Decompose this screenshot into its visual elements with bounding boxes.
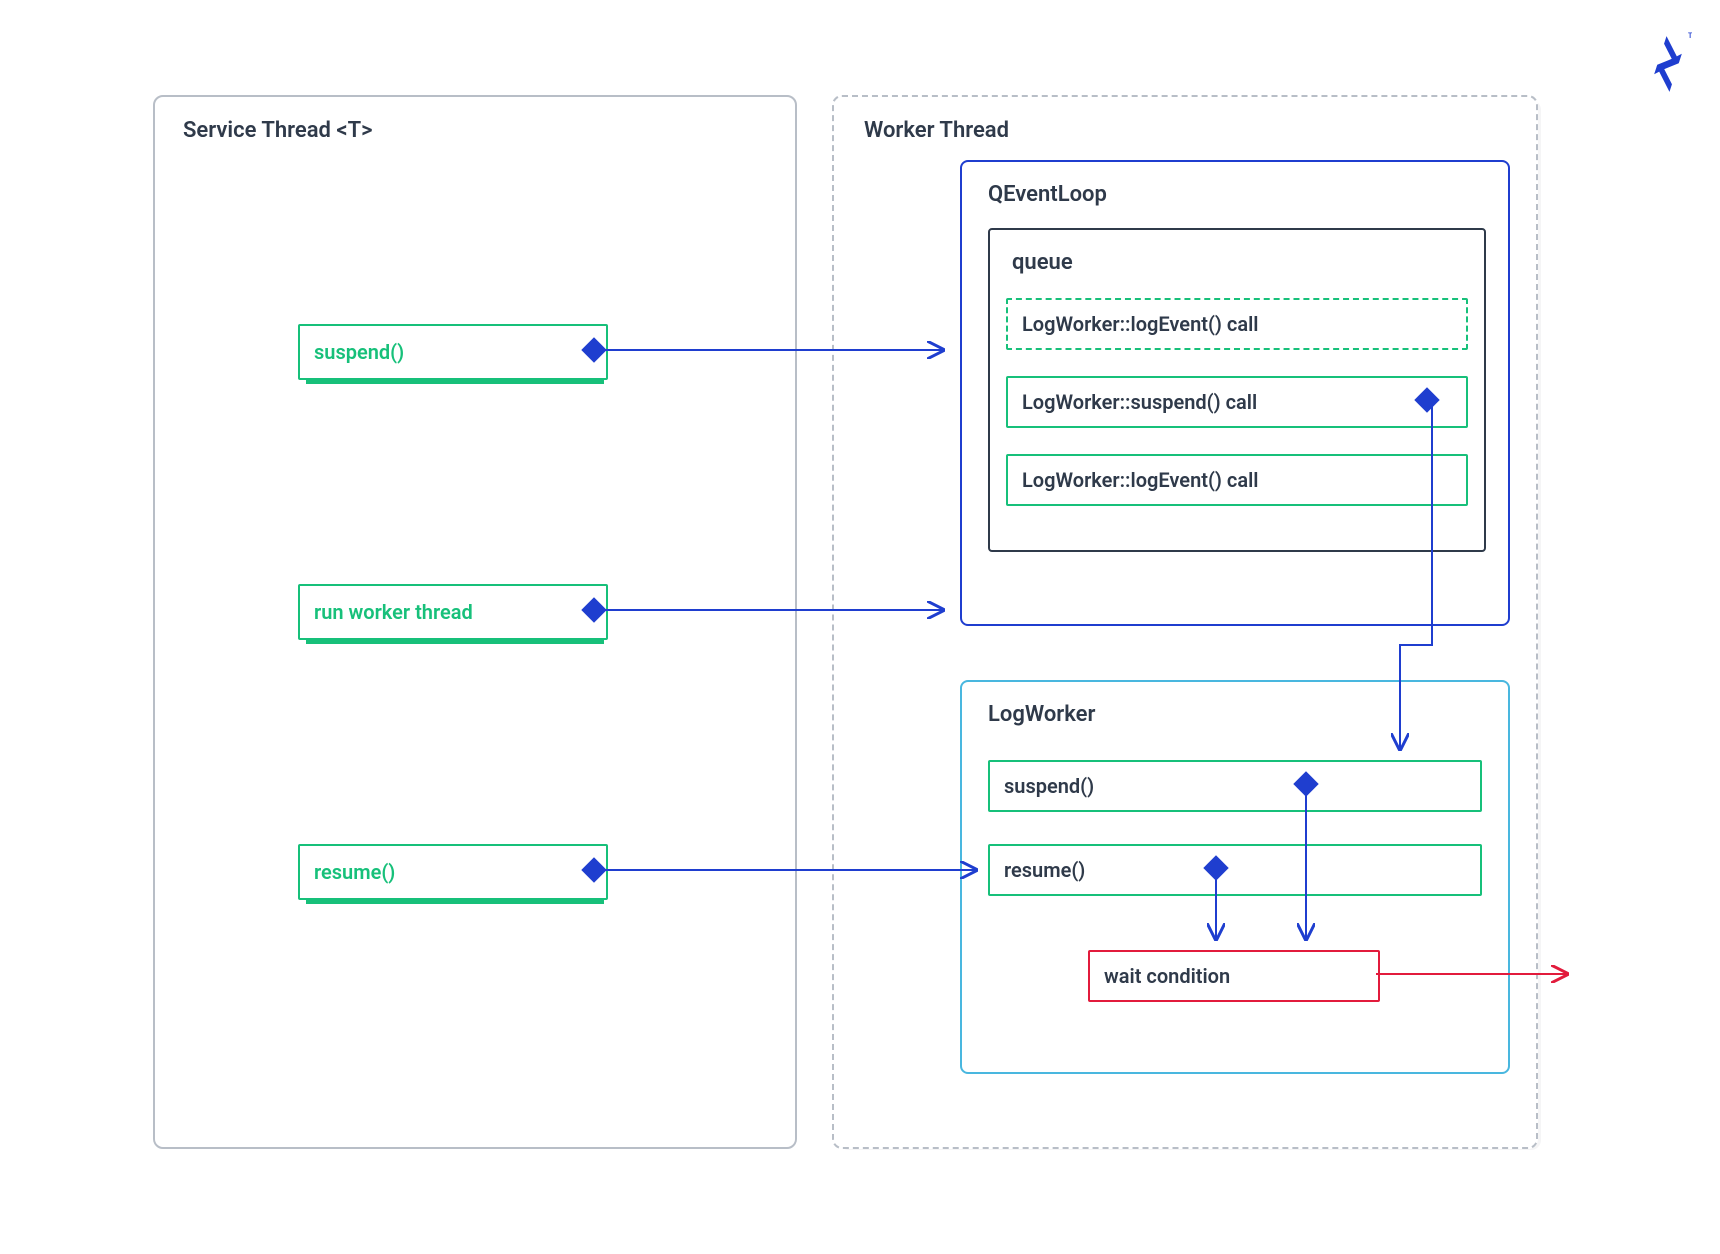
service-resume-box: resume() xyxy=(298,844,608,900)
queue-item-label: LogWorker::suspend() call xyxy=(1022,390,1257,414)
queue-item-logevent-1: LogWorker::logEvent() call xyxy=(1006,298,1468,350)
service-action-label: suspend() xyxy=(314,340,404,364)
worker-thread-title: Worker Thread xyxy=(864,118,1009,143)
wait-condition-box: wait condition xyxy=(1088,950,1380,1002)
service-action-label: run worker thread xyxy=(314,600,473,624)
queue-item-label: LogWorker::logEvent() call xyxy=(1022,468,1258,492)
svg-text:TM: TM xyxy=(1688,32,1692,40)
logworker-method-label: suspend() xyxy=(1004,774,1094,798)
logworker-title: LogWorker xyxy=(988,702,1095,727)
service-suspend-box: suspend() xyxy=(298,324,608,380)
queue-item-suspend: LogWorker::suspend() call xyxy=(1006,376,1468,428)
toptal-logo: TM xyxy=(1644,28,1692,100)
qeventloop-title: QEventLoop xyxy=(988,182,1107,207)
logworker-suspend-box: suspend() xyxy=(988,760,1482,812)
queue-item-logevent-2: LogWorker::logEvent() call xyxy=(1006,454,1468,506)
queue-label: queue xyxy=(1012,250,1073,275)
queue-item-label: LogWorker::logEvent() call xyxy=(1022,312,1258,336)
wait-condition-label: wait condition xyxy=(1104,964,1230,988)
logworker-method-label: resume() xyxy=(1004,858,1085,882)
service-thread-title: Service Thread <T> xyxy=(183,118,373,143)
logworker-resume-box: resume() xyxy=(988,844,1482,896)
service-run-box: run worker thread xyxy=(298,584,608,640)
diagram-stage: TM Service Thread <T> Worker Thread QEve… xyxy=(0,0,1720,1254)
service-action-label: resume() xyxy=(314,860,395,884)
